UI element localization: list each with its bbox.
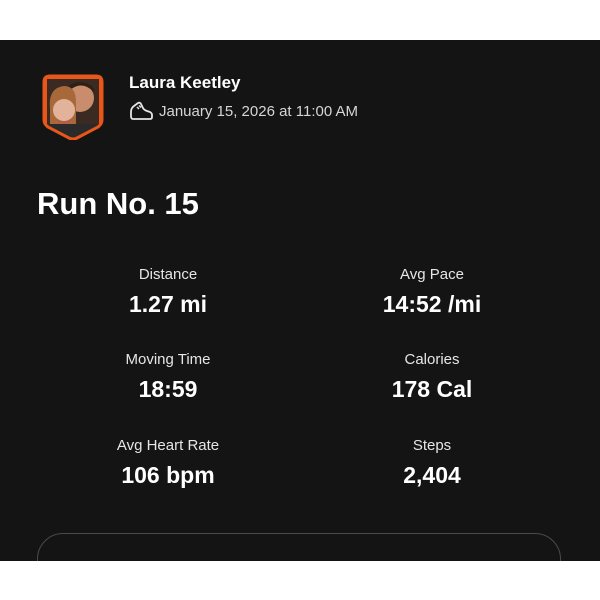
stat-value: 106 bpm	[121, 462, 215, 488]
running-shoe-icon	[130, 101, 153, 120]
stat-label: Avg Pace	[400, 266, 464, 283]
stat-moving-time: Moving Time 18:59	[48, 351, 288, 403]
stat-label: Moving Time	[125, 351, 211, 368]
activity-title: Run No. 15	[37, 186, 199, 221]
stat-value: 2,404	[403, 462, 461, 488]
avatar-photo	[42, 74, 104, 141]
stat-value: 18:59	[138, 376, 198, 402]
stat-value: 1.27 mi	[129, 291, 207, 317]
stat-distance: Distance 1.27 mi	[48, 266, 288, 318]
stat-calories: Calories 178 Cal	[312, 351, 552, 403]
activity-date: January 15, 2026 at 11:00 AM	[159, 102, 359, 120]
stat-value: 178 Cal	[391, 376, 473, 402]
stat-label: Calories	[404, 351, 460, 368]
user-name[interactable]: Laura Keetley	[129, 73, 241, 93]
stat-label: Avg Heart Rate	[116, 437, 220, 454]
stat-avg-pace: Avg Pace 14:52 /mi	[312, 266, 552, 318]
stat-steps: Steps 2,404	[312, 437, 552, 489]
activity-meta: January 15, 2026 at 11:00 AM	[128, 101, 358, 121]
map-card[interactable]	[37, 533, 561, 561]
stat-avg-heart-rate: Avg Heart Rate 106 bpm	[48, 437, 288, 489]
stat-value: 14:52 /mi	[382, 291, 482, 317]
activity-panel: Laura Keetley January 15, 2026 at 11:00 …	[0, 40, 600, 561]
stat-label: Steps	[412, 437, 452, 454]
stat-label: Distance	[138, 266, 198, 283]
avatar[interactable]	[42, 74, 104, 141]
